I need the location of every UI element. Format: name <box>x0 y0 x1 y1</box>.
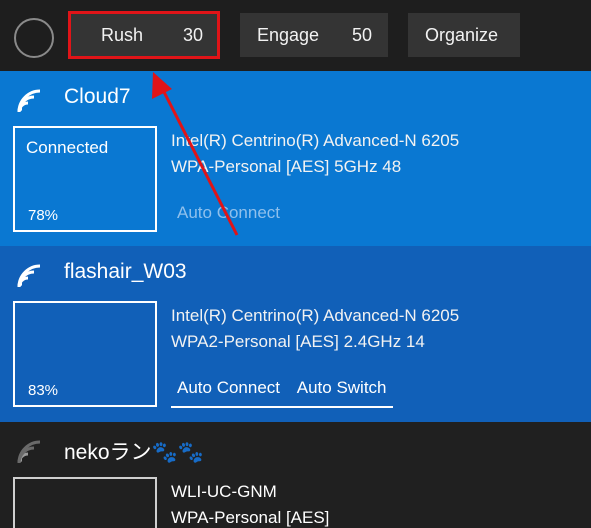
rush-label: Rush <box>101 25 144 45</box>
engage-button[interactable]: Engage 50 <box>240 13 388 57</box>
rush-button[interactable]: Rush 30 <box>68 11 220 59</box>
security-info: WPA-Personal [AES] <box>171 508 330 527</box>
organize-label: Organize <box>425 25 499 45</box>
security-info: WPA-Personal [AES] 5GHz 48 <box>171 157 402 176</box>
auto-switch-toggle[interactable]: Auto Switch <box>291 378 393 404</box>
signal-strength: 83% <box>28 382 59 399</box>
wifi-signal-icon <box>17 89 41 113</box>
engage-value: 50 <box>352 25 373 45</box>
network-options: Auto Connect <box>171 203 286 233</box>
wifi-signal-icon <box>17 440 41 464</box>
network-options: Auto Connect Auto Switch <box>171 378 393 408</box>
network-item-neko[interactable]: nekoラン🐾🐾 WLI-UC-GNM WPA-Personal [AES] <box>0 422 591 528</box>
network-item-cloud7[interactable]: Cloud7 Connected 78% Intel(R) Centrino(R… <box>0 71 591 246</box>
security-info: WPA2-Personal [AES] 2.4GHz 14 <box>171 332 425 351</box>
signal-box: 83% <box>13 301 157 407</box>
adapter-name: WLI-UC-GNM <box>171 482 277 501</box>
wifi-signal-icon <box>17 264 41 288</box>
status-circle-icon[interactable] <box>14 18 54 58</box>
network-ssid: Cloud7 <box>64 85 131 108</box>
organize-button[interactable]: Organize <box>408 13 520 57</box>
signal-box: Connected 78% <box>13 126 157 232</box>
toolbar: Rush 30 Engage 50 Organize <box>0 0 591 71</box>
connection-status: Connected <box>26 138 109 157</box>
rush-value: 30 <box>183 25 204 45</box>
auto-connect-toggle[interactable]: Auto Connect <box>171 378 286 404</box>
adapter-name: Intel(R) Centrino(R) Advanced-N 6205 <box>171 306 460 325</box>
signal-box <box>13 477 157 528</box>
network-item-flashair[interactable]: flashair_W03 83% Intel(R) Centrino(R) Ad… <box>0 246 591 422</box>
adapter-name: Intel(R) Centrino(R) Advanced-N 6205 <box>171 131 460 150</box>
signal-strength: 78% <box>28 207 59 224</box>
engage-label: Engage <box>257 25 320 45</box>
auto-connect-toggle[interactable]: Auto Connect <box>171 203 286 229</box>
network-ssid: nekoラン🐾🐾 <box>64 441 204 464</box>
network-ssid: flashair_W03 <box>64 260 187 283</box>
